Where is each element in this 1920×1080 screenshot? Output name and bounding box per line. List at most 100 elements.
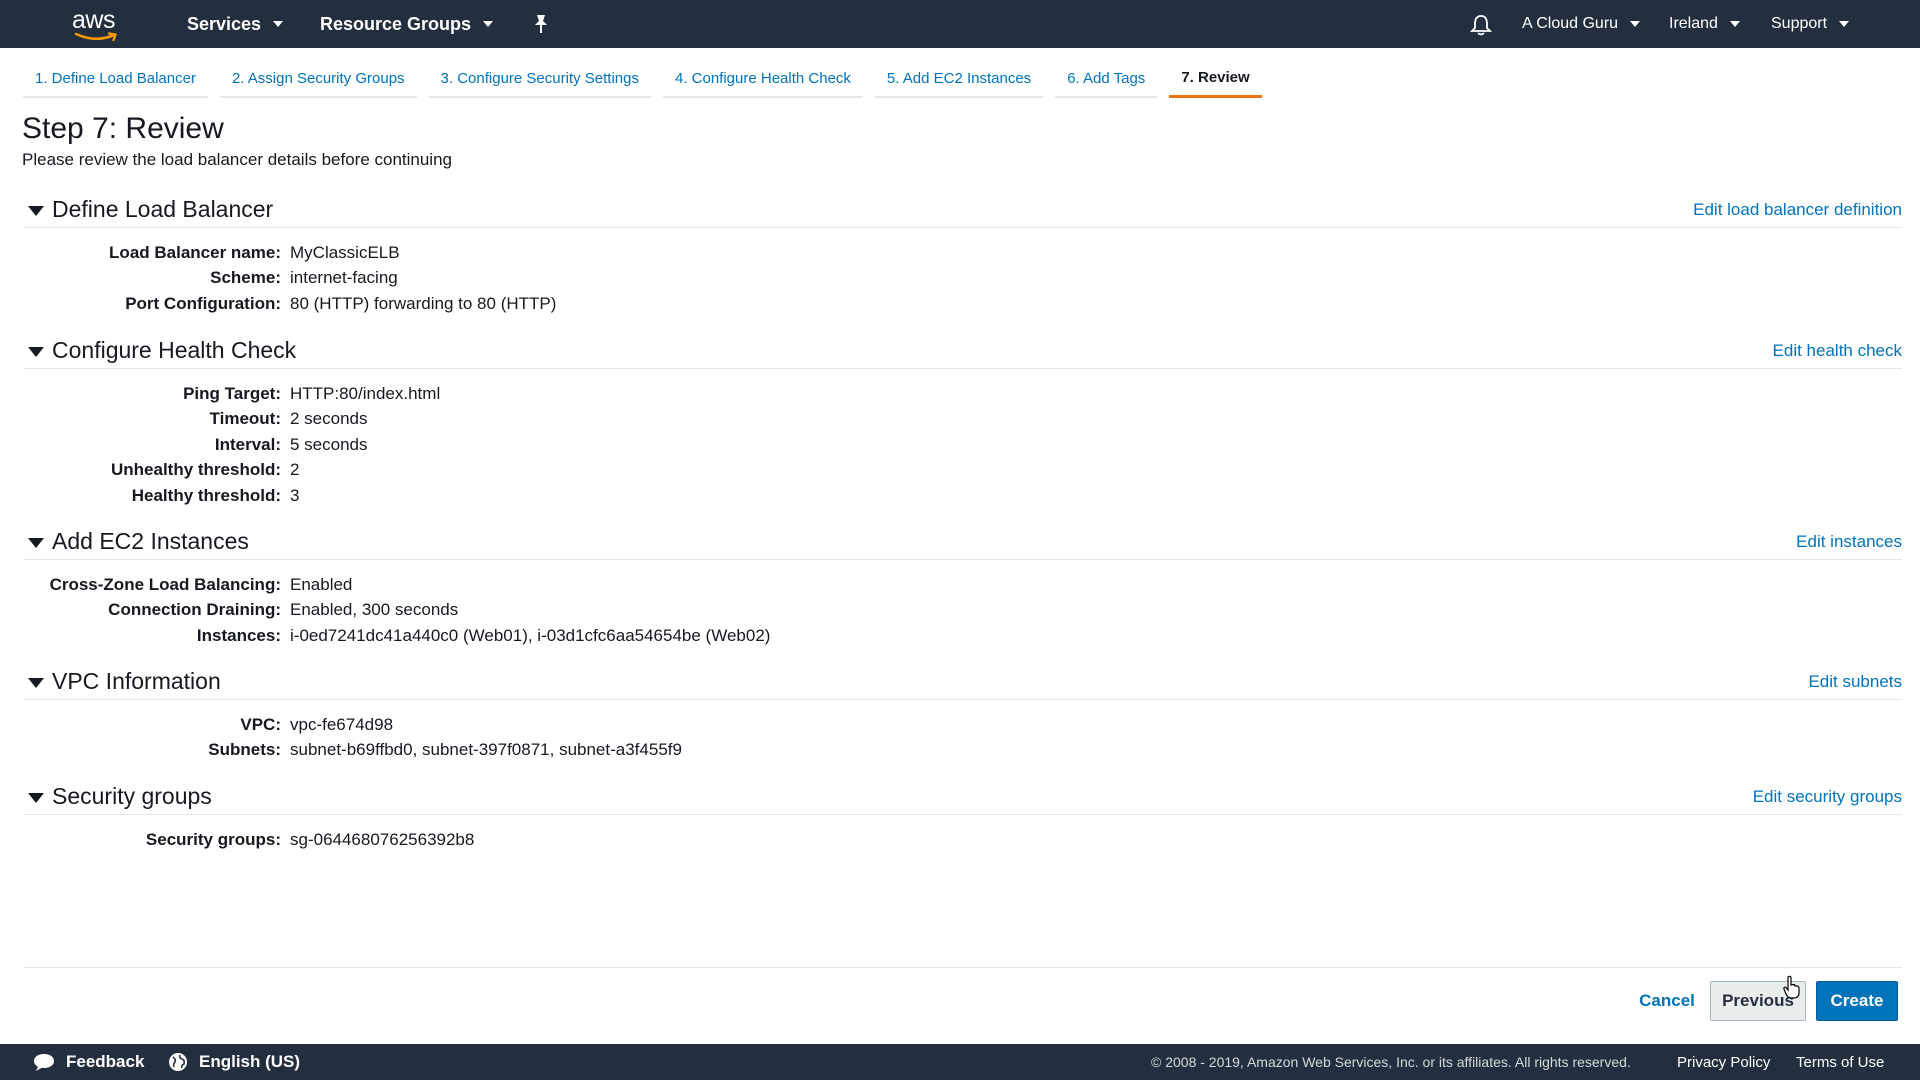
region-menu[interactable]: Ireland [1669,0,1740,48]
detail-row: Port Configuration: 80 (HTTP) forwarding … [24,291,1902,317]
hand-cursor-icon [1783,975,1800,999]
section-header: Configure Health Check Edit health check [24,333,1902,369]
detail-label: Interval: [214,434,281,454]
feedback-button[interactable]: Feedback [32,1044,144,1080]
detail-value: Enabled [290,574,353,594]
wizard-steps: 1. Define Load Balancer 2. Assign Securi… [23,60,1274,100]
section-vpc-information: VPC Information Edit subnets VPC: vpc-fe6… [24,664,1902,763]
chevron-down-icon [1630,21,1641,27]
detail-row: Security groups: sg-064468076256392b8 [24,827,1902,853]
detail-value: Enabled, 300 seconds [290,600,459,620]
speech-bubble-icon [34,1054,54,1071]
section-title: Add EC2 Instances [52,528,249,554]
collapse-triangle-icon[interactable] [28,678,44,688]
detail-label: Security groups: [145,829,281,849]
create-button[interactable]: Create [1816,981,1898,1021]
account-label: A Cloud Guru [1522,15,1619,32]
tab-configure-health-check[interactable]: 4. Configure Health Check [662,60,863,98]
detail-row: Interval: 5 seconds [24,432,1902,458]
detail-label: Unhealthy threshold: [110,460,281,480]
section-header: Add EC2 Instances Edit instances [24,524,1902,560]
page-title: Step 7: Review [22,112,224,145]
detail-label: Timeout: [209,409,281,429]
section-header: VPC Information Edit subnets [24,664,1902,700]
support-menu[interactable]: Support [1771,0,1850,48]
detail-value: 3 [290,485,300,505]
edit-health-check-link[interactable]: Edit health check [1773,341,1902,361]
edit-subnets-link[interactable]: Edit subnets [1808,672,1902,692]
detail-row: Cross-Zone Load Balancing: Enabled [24,572,1902,598]
detail-value: 80 (HTTP) forwarding to 80 (HTTP) [290,293,557,313]
section-add-ec2-instances: Add EC2 Instances Edit instances Cross-Z… [24,524,1902,649]
collapse-triangle-icon[interactable] [28,538,44,548]
chevron-down-icon [1729,21,1740,27]
privacy-policy-link[interactable]: Privacy Policy [1677,1044,1770,1080]
detail-row: VPC: vpc-fe674d98 [24,712,1902,738]
resource-groups-menu[interactable]: Resource Groups [320,0,494,48]
chevron-down-icon [273,21,284,27]
detail-value: subnet-b69ffbd0, subnet-397f0871, subnet… [290,740,682,760]
cancel-button[interactable]: Cancel [1620,981,1714,1021]
tab-add-tags[interactable]: 6. Add Tags [1055,60,1158,98]
page-subtitle: Please review the load balancer details … [22,150,452,169]
terms-of-use-link[interactable]: Terms of Use [1796,1044,1884,1080]
tab-review[interactable]: 7. Review [1169,60,1262,98]
detail-label: Port Configuration: [125,293,281,313]
tab-assign-security-groups[interactable]: 2. Assign Security Groups [219,60,417,98]
detail-label: Connection Draining: [108,600,281,620]
detail-label: VPC: [240,714,281,734]
chevron-down-icon [1839,21,1850,27]
footer-bar: Feedback English (US) © 2008 - 2019, Ama… [0,1044,1920,1080]
edit-security-groups-link[interactable]: Edit security groups [1753,787,1902,807]
detail-value: internet-facing [290,268,398,288]
edit-load-balancer-definition-link[interactable]: Edit load balancer definition [1693,200,1902,220]
detail-row: Load Balancer name: MyClassicELB [24,240,1902,266]
section-configure-health-check: Configure Health Check Edit health check… [24,333,1902,509]
edit-instances-link[interactable]: Edit instances [1796,532,1902,552]
detail-label: Instances: [196,625,281,645]
detail-row: Ping Target: HTTP:80/index.html [24,381,1902,407]
services-label: Services [187,13,262,34]
globe-icon [169,1053,187,1071]
services-menu[interactable]: Services [187,0,284,48]
detail-row: Subnets: subnet-b69ffbd0, subnet-397f0871… [24,738,1902,764]
detail-row: Scheme: internet-facing [24,266,1902,292]
section-title: Define Load Balancer [52,196,274,222]
aws-logo[interactable]: aws [72,6,122,42]
detail-value: sg-064468076256392b8 [290,829,475,849]
detail-value: MyClassicELB [290,242,400,262]
aws-smile-icon [74,32,117,42]
account-menu[interactable]: A Cloud Guru [1522,0,1641,48]
detail-row: Instances: i-0ed7241dc41a440c0 (Web01), i… [24,623,1902,649]
copyright-text: © 2008 - 2019, Amazon Web Services, Inc.… [1151,1054,1631,1070]
aws-logo-text: aws [72,6,115,34]
detail-label: Subnets: [208,740,281,760]
collapse-triangle-icon[interactable] [28,347,44,357]
section-security-groups: Security groups Edit security groups Sec… [24,779,1902,853]
bell-icon[interactable] [1470,13,1492,37]
chevron-down-icon [483,21,494,27]
collapse-triangle-icon[interactable] [28,793,44,803]
detail-label: Load Balancer name: [109,242,281,262]
collapse-triangle-icon[interactable] [28,206,44,216]
detail-value: 5 seconds [290,434,368,454]
actions-divider [24,967,1902,968]
language-label: English (US) [199,1052,301,1071]
detail-label: Ping Target: [183,383,281,403]
support-label: Support [1771,15,1828,32]
detail-label: Healthy threshold: [131,485,281,505]
pin-icon[interactable] [532,13,550,35]
section-title: VPC Information [52,668,221,694]
section-header: Security groups Edit security groups [24,779,1902,815]
detail-row: Timeout: 2 seconds [24,407,1902,433]
top-nav-bar: aws Services Resource Groups A Cloud Gur… [0,0,1920,48]
language-selector[interactable]: English (US) [168,1044,300,1080]
resource-groups-label: Resource Groups [320,13,472,34]
detail-value: vpc-fe674d98 [290,714,394,734]
section-header: Define Load Balancer Edit load balancer … [24,192,1902,228]
tab-add-ec2-instances[interactable]: 5. Add EC2 Instances [874,60,1044,98]
section-title: Configure Health Check [52,337,297,363]
tab-define-load-balancer[interactable]: 1. Define Load Balancer [23,60,208,98]
detail-value: 2 seconds [290,409,368,429]
tab-configure-security-settings[interactable]: 3. Configure Security Settings [428,60,651,98]
